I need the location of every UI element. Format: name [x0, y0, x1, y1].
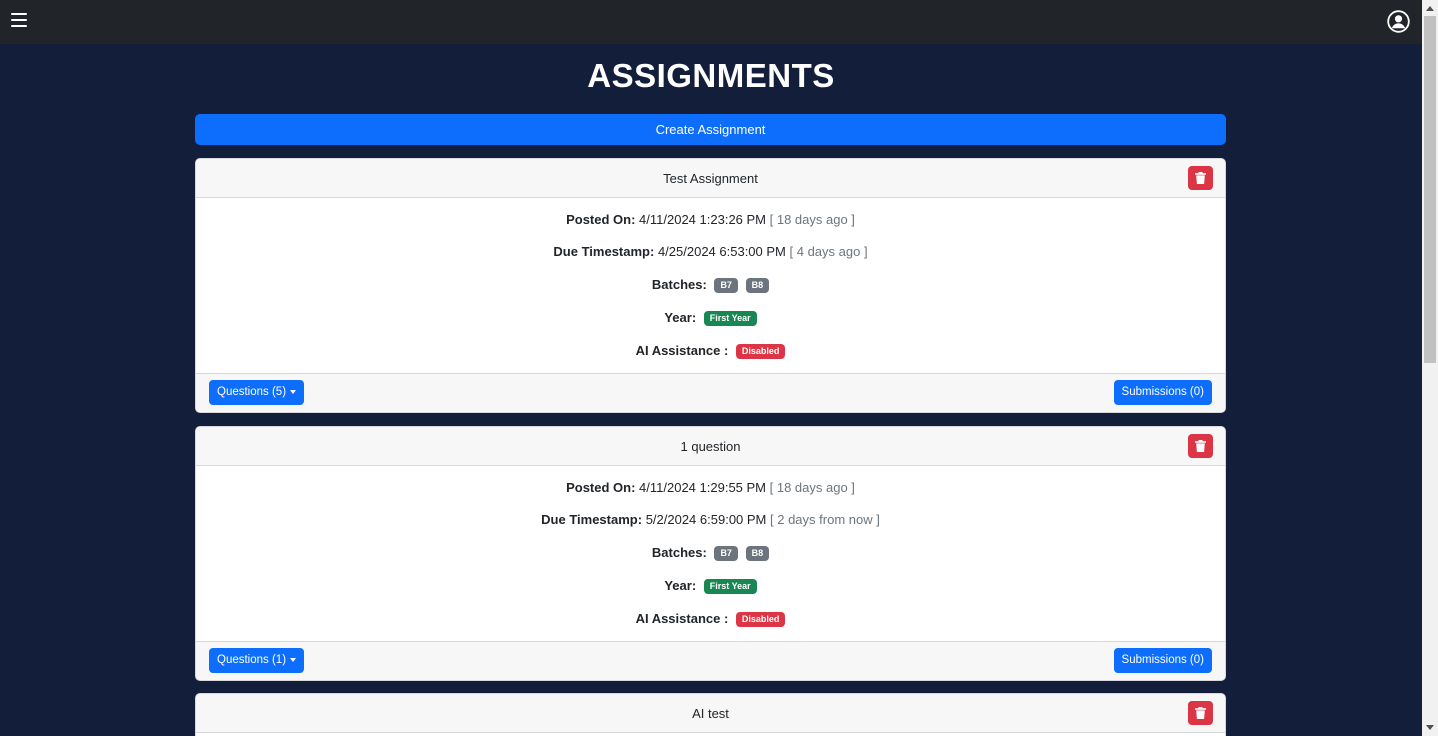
due-timestamp-relative: [ 4 days ago ] — [789, 244, 868, 259]
posted-on-row: Posted On: 4/11/2024 1:23:26 PM [ 18 day… — [196, 210, 1225, 230]
posted-on-label: Posted On: — [566, 480, 636, 495]
page-title: ASSIGNMENTS — [587, 57, 835, 94]
batch-badge: B8 — [745, 278, 770, 294]
batch-badge: B7 — [714, 278, 738, 294]
assignment-card-header: AI test — [196, 694, 1225, 733]
year-row: Year: First Year — [196, 308, 1225, 328]
trash-icon — [1195, 172, 1206, 184]
ai-assistance-badge: Disabled — [735, 612, 786, 628]
trash-icon — [1195, 707, 1206, 719]
ai-assistance-row: AI Assistance : Disabled — [196, 341, 1225, 361]
batch-badge: B8 — [745, 546, 770, 562]
batches-row: Batches: B7 B8 — [196, 543, 1225, 563]
posted-on-relative: [ 18 days ago ] — [769, 480, 855, 495]
due-timestamp-label: Due Timestamp: — [553, 244, 655, 259]
batches-label: Batches: — [651, 277, 707, 292]
posted-on-value: 4/11/2024 1:23:26 PM — [639, 212, 767, 227]
due-timestamp-relative: [ 2 days from now ] — [770, 512, 880, 527]
ai-assistance-badge: Disabled — [735, 344, 786, 360]
delete-assignment-button[interactable] — [1188, 701, 1213, 725]
batches-label: Batches: — [651, 545, 707, 560]
questions-button-label: Questions (5) — [217, 386, 287, 398]
hamburger-icon[interactable] — [11, 13, 27, 29]
assignment-card-header: Test Assignment — [196, 159, 1225, 198]
assignment-card: Test Assignment Posted On: 4/11/2024 1:2… — [195, 158, 1226, 413]
user-circle-icon[interactable] — [1387, 10, 1410, 33]
ai-assistance-label: AI Assistance : — [635, 611, 729, 626]
batches-row: Batches: B7 B8 — [196, 275, 1225, 295]
due-timestamp-row: Due Timestamp: 5/2/2024 6:59:00 PM [ 2 d… — [196, 510, 1225, 530]
year-badge: First Year — [703, 579, 757, 595]
due-timestamp-value: 4/25/2024 6:53:00 PM — [657, 244, 786, 259]
assignment-title: AI test — [692, 706, 729, 721]
assignment-card-header: 1 question — [196, 427, 1225, 466]
delete-assignment-button[interactable] — [1188, 434, 1213, 458]
year-row: Year: First Year — [196, 576, 1225, 596]
create-assignment-button[interactable]: Create Assignment — [195, 114, 1226, 145]
posted-on-value: 4/11/2024 1:29:55 PM — [639, 480, 767, 495]
due-timestamp-label: Due Timestamp: — [541, 512, 643, 527]
year-badge: First Year — [703, 311, 757, 327]
assignment-card-body: Posted On: 4/11/2024 1:29:55 PM [ 18 day… — [196, 466, 1225, 641]
scroll-up-arrow-icon[interactable] — [1426, 6, 1434, 11]
due-timestamp-row: Due Timestamp: 4/25/2024 6:53:00 PM [ 4 … — [196, 242, 1225, 262]
caret-down-icon — [290, 657, 297, 662]
posted-on-row: Posted On: 4/11/2024 1:29:55 PM [ 18 day… — [196, 478, 1225, 498]
questions-button-label: Questions (1) — [217, 654, 287, 666]
scroll-down-arrow-icon[interactable] — [1426, 725, 1434, 730]
scroll-thumb[interactable] — [1424, 16, 1436, 363]
questions-dropdown-button[interactable]: Questions (1) — [209, 648, 305, 673]
caret-down-icon — [290, 389, 297, 394]
questions-dropdown-button[interactable]: Questions (5) — [209, 380, 305, 405]
ai-assistance-label: AI Assistance : — [635, 343, 729, 358]
assignment-card-footer: Questions (1) Submissions (0) — [196, 641, 1225, 680]
assignment-card-footer: Questions (5) Submissions (0) — [196, 373, 1225, 412]
posted-on-relative: [ 18 days ago ] — [769, 212, 855, 227]
year-label: Year: — [664, 310, 697, 325]
assignment-card: AI test — [195, 693, 1226, 736]
assignment-title: 1 question — [680, 439, 741, 454]
submissions-button[interactable]: Submissions (0) — [1113, 648, 1212, 673]
assignment-card-body: Posted On: 4/11/2024 1:23:26 PM [ 18 day… — [196, 198, 1225, 373]
posted-on-label: Posted On: — [566, 212, 636, 227]
submissions-button[interactable]: Submissions (0) — [1113, 380, 1212, 405]
batch-badge: B7 — [714, 546, 738, 562]
top-navbar — [0, 0, 1422, 44]
due-timestamp-value: 5/2/2024 6:59:00 PM — [645, 512, 767, 527]
page-scrollbar[interactable] — [1422, 0, 1438, 736]
assignment-title: Test Assignment — [663, 171, 758, 186]
assignment-card: 1 question Posted On: 4/11/2024 1:29:55 … — [195, 426, 1226, 681]
year-label: Year: — [664, 578, 697, 593]
trash-icon — [1195, 440, 1206, 452]
delete-assignment-button[interactable] — [1188, 166, 1213, 190]
ai-assistance-row: AI Assistance : Disabled — [196, 609, 1225, 629]
